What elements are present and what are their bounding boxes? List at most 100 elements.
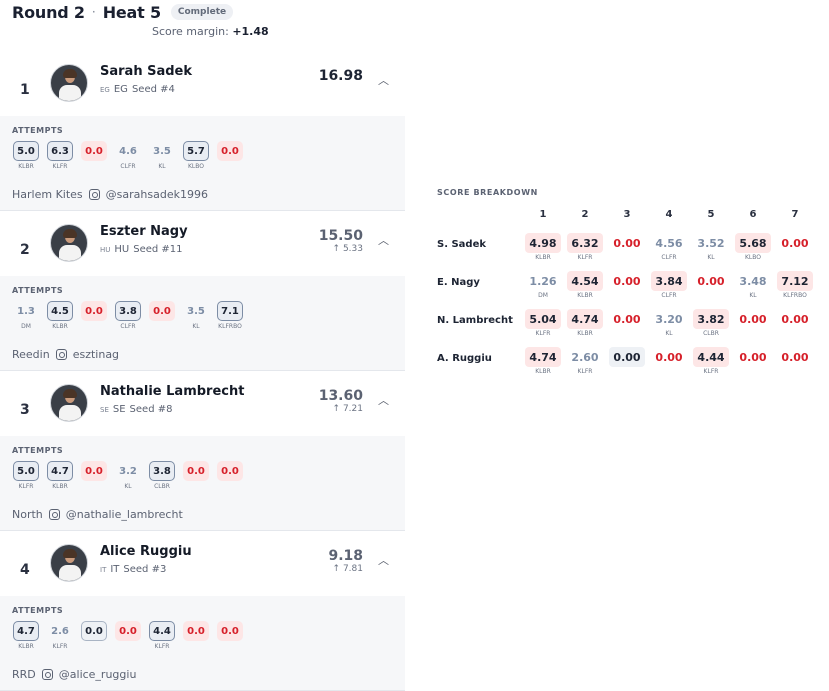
attempts-list: 5.0 KLBR 6.3 KLFR 0.0 4.6 CLFR 3.5 KL 5.7 KLBO 0.0: [12, 141, 393, 177]
breakdown-column-header: 2: [581, 209, 589, 220]
rider-header[interactable]: 2 Eszter Nagy HU HU Seed #11 15.50 ↑ 5.33 ︿: [0, 224, 405, 276]
breakdown-score: 1.26: [529, 274, 557, 288]
attempt-trick: KLBR: [18, 643, 34, 650]
breakdown-rider-name: N. Lambrecht: [437, 315, 513, 326]
attempt-score: 4.7: [47, 461, 73, 481]
attempt-score: 5.7: [183, 141, 209, 161]
avatar-torso: [59, 245, 81, 261]
attempt-trick: KLBO: [187, 163, 204, 170]
rider-instagram[interactable]: esztinag: [73, 348, 119, 361]
rider-card: 2 Eszter Nagy HU HU Seed #11 15.50 ↑ 5.33 ︿ ATTE…: [0, 224, 405, 371]
attempt: 0.0: [216, 141, 244, 177]
attempts-label: ATTEMPTS: [12, 286, 64, 295]
rider-card: 3 Nathalie Lambrecht SE SE Seed #8 13.60 ↑ 7.2…: [0, 384, 405, 531]
breakdown-score: 3.52: [697, 236, 725, 250]
rider-meta: EG EG Seed #4: [100, 84, 175, 95]
attempt-trick: KLBR: [52, 483, 68, 490]
rider-instagram[interactable]: @alice_ruggiu: [59, 668, 137, 681]
attempt-score: 0.0: [81, 141, 107, 161]
breakdown-row: A. Ruggiu 4.74 KLBR 2.60 KLFR 0.00 0.00 4.44 KLF…: [437, 347, 817, 385]
rider-meta: HU HU Seed #11: [100, 244, 183, 255]
attempt: 3.2 KL: [114, 461, 142, 497]
rider-total-score: 15.50: [318, 228, 363, 244]
rider-instagram[interactable]: @sarahsadek1996: [106, 188, 208, 201]
attempt-score: 4.4: [149, 621, 175, 641]
avatar-torso: [59, 405, 81, 421]
rider-header[interactable]: 3 Nathalie Lambrecht SE SE Seed #8 13.60 ↑ 7.2…: [0, 384, 405, 436]
status-badge: Complete: [170, 4, 234, 20]
breakdown-score: 3.82: [693, 309, 729, 329]
breakdown-cell: 0.00: [606, 347, 648, 368]
breakdown-row: E. Nagy 1.26 DM 4.54 KLBR 0.00 3.84 CLFR 0.00 3.4…: [437, 271, 817, 309]
breakdown-cell: 0.00: [774, 233, 816, 254]
rider-total-score: 9.18: [328, 548, 363, 564]
avatar-hair: [63, 389, 77, 398]
breakdown-rows: S. Sadek 4.98 KLBR 6.32 KLFR 0.00 4.56 CLFR 3.52…: [437, 233, 817, 385]
breakdown-score: 0.00: [739, 312, 767, 326]
avatar-hair: [63, 549, 77, 558]
rider-seed: Seed #4: [131, 84, 175, 95]
breakdown-score: 4.56: [655, 236, 683, 250]
attempt-score: 6.3: [47, 141, 73, 161]
rider-score-diff: ↑ 7.21: [332, 404, 363, 414]
chevron-up-icon[interactable]: ︿: [378, 552, 389, 568]
breakdown-score: 5.04: [525, 309, 561, 329]
rider-name: Alice Ruggiu: [100, 544, 192, 559]
attempt-score: 0.0: [183, 621, 209, 641]
breakdown-score: 4.74: [525, 347, 561, 367]
breakdown-trick: KLFR: [577, 254, 593, 261]
breakdown-cell: 4.56 CLFR: [648, 233, 690, 262]
attempts-list: 1.3 DM 4.5 KLBR 0.0 3.8 CLFR 0.0 3.5 KL 7.1 KLFRBO: [12, 301, 393, 337]
breakdown-score: 3.84: [651, 271, 687, 291]
breakdown-score: 0.00: [781, 312, 809, 326]
attempt: 0.0: [182, 621, 210, 657]
breakdown-column-header: 7: [791, 209, 799, 220]
breakdown-score: 4.98: [525, 233, 561, 253]
breakdown-score: 0.00: [609, 347, 645, 367]
breakdown-score: 0.00: [613, 312, 641, 326]
instagram-icon: [41, 669, 53, 680]
rider-meta: SE SE Seed #8: [100, 404, 172, 415]
breakdown-cell: 4.98 KLBR: [522, 233, 564, 261]
chevron-up-icon[interactable]: ︿: [378, 392, 389, 408]
chevron-up-icon[interactable]: ︿: [378, 232, 389, 248]
attempt-score: 3.8: [115, 301, 141, 321]
attempt-score: 1.3: [17, 305, 35, 317]
attempt: 0.0: [148, 301, 176, 337]
breakdown-column-header: 4: [665, 209, 673, 220]
breakdown-score: 2.60: [571, 350, 599, 364]
breakdown-trick: KLFRBO: [783, 292, 807, 299]
breakdown-trick: KLBR: [577, 292, 593, 299]
attempt: 0.0: [182, 461, 210, 497]
attempt-score: 3.5: [187, 305, 205, 317]
rider-rank: 3: [20, 402, 30, 418]
breakdown-cell: 0.00: [732, 347, 774, 368]
rider-instagram[interactable]: @nathalie_lambrecht: [66, 508, 183, 521]
breakdown-score: 0.00: [613, 236, 641, 250]
attempt: 3.8 CLFR: [114, 301, 142, 337]
breakdown-cell: 1.26 DM: [522, 271, 564, 300]
attempts-list: 4.7 KLBR 2.6 KLFR 0.0 0.0 4.4 KLFR 0.0 0.0: [12, 621, 393, 657]
rider-club: RRD: [12, 668, 36, 681]
breakdown-column-header: 3: [623, 209, 631, 220]
score-margin-label: Score margin:: [152, 25, 229, 38]
breakdown-cell: 0.00: [690, 271, 732, 292]
breakdown-rider-name: S. Sadek: [437, 239, 487, 250]
breakdown-cell: 0.00: [606, 309, 648, 330]
rider-rank: 1: [20, 82, 30, 98]
breakdown-cell: 4.74 KLBR: [522, 347, 564, 375]
breakdown-cell: 6.32 KLFR: [564, 233, 606, 261]
rider-header[interactable]: 1 Sarah Sadek EG EG Seed #4 16.98 ︿: [0, 64, 405, 116]
breakdown-column-header: 1: [539, 209, 547, 220]
breakdown-trick: KLFR: [577, 368, 593, 375]
attempt: 3.8 CLBR: [148, 461, 176, 497]
breakdown-cell: 5.68 KLBO: [732, 233, 774, 261]
breakdown-score: 0.00: [697, 274, 725, 288]
chevron-up-icon[interactable]: ︿: [378, 72, 389, 88]
attempt-trick: KL: [192, 323, 200, 330]
attempt: 0.0: [216, 461, 244, 497]
attempt-trick: CLFR: [120, 323, 136, 330]
breakdown-cell: 4.74 KLBR: [564, 309, 606, 337]
rider-header[interactable]: 4 Alice Ruggiu IT IT Seed #3 9.18 ↑ 7.81 ︿: [0, 544, 405, 596]
avatar-torso: [59, 85, 81, 101]
